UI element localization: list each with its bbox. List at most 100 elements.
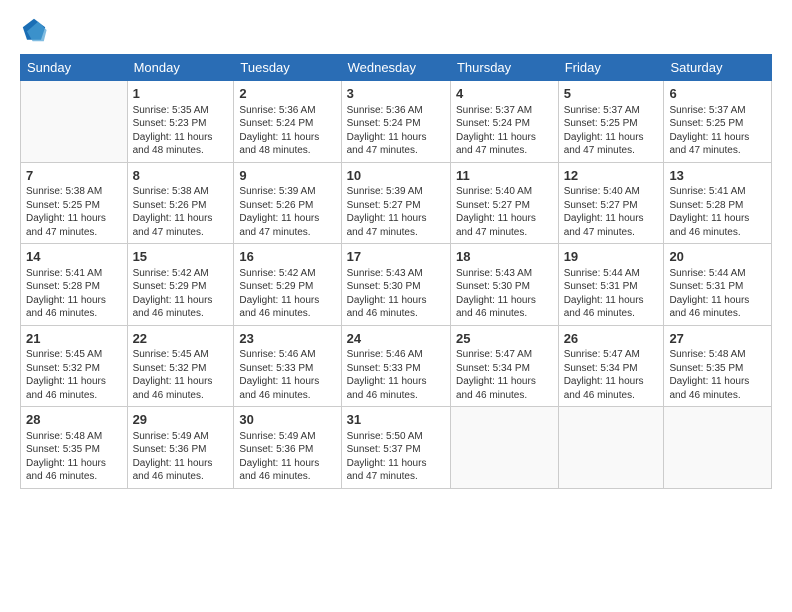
day-info: Sunrise: 5:35 AM Sunset: 5:23 PM Dayligh… [133, 104, 229, 158]
day-info: Sunrise: 5:46 AM Sunset: 5:33 PM Dayligh… [347, 348, 445, 402]
calendar-day-header: Friday [558, 55, 664, 81]
day-number: 31 [347, 411, 445, 429]
calendar-cell: 20Sunrise: 5:44 AM Sunset: 5:31 PM Dayli… [664, 244, 772, 326]
day-number: 30 [239, 411, 335, 429]
day-number: 23 [239, 330, 335, 348]
calendar-cell: 22Sunrise: 5:45 AM Sunset: 5:32 PM Dayli… [127, 325, 234, 407]
calendar-cell [450, 407, 558, 489]
calendar-day-header: Saturday [664, 55, 772, 81]
day-number: 19 [564, 248, 659, 266]
calendar-day-header: Monday [127, 55, 234, 81]
calendar-cell: 30Sunrise: 5:49 AM Sunset: 5:36 PM Dayli… [234, 407, 341, 489]
day-info: Sunrise: 5:38 AM Sunset: 5:25 PM Dayligh… [26, 185, 122, 239]
calendar-day-header: Thursday [450, 55, 558, 81]
calendar-cell: 19Sunrise: 5:44 AM Sunset: 5:31 PM Dayli… [558, 244, 664, 326]
day-number: 15 [133, 248, 229, 266]
day-info: Sunrise: 5:41 AM Sunset: 5:28 PM Dayligh… [26, 267, 122, 321]
calendar-cell: 14Sunrise: 5:41 AM Sunset: 5:28 PM Dayli… [21, 244, 128, 326]
calendar-cell: 23Sunrise: 5:46 AM Sunset: 5:33 PM Dayli… [234, 325, 341, 407]
day-number: 7 [26, 167, 122, 185]
day-info: Sunrise: 5:37 AM Sunset: 5:25 PM Dayligh… [669, 104, 766, 158]
calendar-cell: 2Sunrise: 5:36 AM Sunset: 5:24 PM Daylig… [234, 81, 341, 163]
page: SundayMondayTuesdayWednesdayThursdayFrid… [0, 0, 792, 499]
day-number: 10 [347, 167, 445, 185]
calendar-cell: 7Sunrise: 5:38 AM Sunset: 5:25 PM Daylig… [21, 162, 128, 244]
day-number: 11 [456, 167, 553, 185]
calendar-cell: 24Sunrise: 5:46 AM Sunset: 5:33 PM Dayli… [341, 325, 450, 407]
calendar-cell: 18Sunrise: 5:43 AM Sunset: 5:30 PM Dayli… [450, 244, 558, 326]
calendar-week-row: 21Sunrise: 5:45 AM Sunset: 5:32 PM Dayli… [21, 325, 772, 407]
day-info: Sunrise: 5:47 AM Sunset: 5:34 PM Dayligh… [564, 348, 659, 402]
day-number: 14 [26, 248, 122, 266]
day-info: Sunrise: 5:40 AM Sunset: 5:27 PM Dayligh… [456, 185, 553, 239]
day-number: 1 [133, 85, 229, 103]
calendar-cell: 8Sunrise: 5:38 AM Sunset: 5:26 PM Daylig… [127, 162, 234, 244]
day-info: Sunrise: 5:39 AM Sunset: 5:27 PM Dayligh… [347, 185, 445, 239]
calendar-cell: 11Sunrise: 5:40 AM Sunset: 5:27 PM Dayli… [450, 162, 558, 244]
calendar-cell: 17Sunrise: 5:43 AM Sunset: 5:30 PM Dayli… [341, 244, 450, 326]
day-info: Sunrise: 5:49 AM Sunset: 5:36 PM Dayligh… [239, 430, 335, 484]
calendar-cell: 31Sunrise: 5:50 AM Sunset: 5:37 PM Dayli… [341, 407, 450, 489]
day-info: Sunrise: 5:41 AM Sunset: 5:28 PM Dayligh… [669, 185, 766, 239]
day-info: Sunrise: 5:47 AM Sunset: 5:34 PM Dayligh… [456, 348, 553, 402]
day-number: 29 [133, 411, 229, 429]
day-info: Sunrise: 5:44 AM Sunset: 5:31 PM Dayligh… [564, 267, 659, 321]
calendar-cell [558, 407, 664, 489]
calendar-cell: 27Sunrise: 5:48 AM Sunset: 5:35 PM Dayli… [664, 325, 772, 407]
calendar-cell: 21Sunrise: 5:45 AM Sunset: 5:32 PM Dayli… [21, 325, 128, 407]
calendar-cell: 28Sunrise: 5:48 AM Sunset: 5:35 PM Dayli… [21, 407, 128, 489]
day-number: 20 [669, 248, 766, 266]
calendar-cell: 10Sunrise: 5:39 AM Sunset: 5:27 PM Dayli… [341, 162, 450, 244]
calendar-day-header: Tuesday [234, 55, 341, 81]
day-number: 21 [26, 330, 122, 348]
day-number: 26 [564, 330, 659, 348]
calendar-day-header: Wednesday [341, 55, 450, 81]
day-info: Sunrise: 5:40 AM Sunset: 5:27 PM Dayligh… [564, 185, 659, 239]
day-number: 18 [456, 248, 553, 266]
day-number: 9 [239, 167, 335, 185]
day-number: 22 [133, 330, 229, 348]
calendar-cell: 29Sunrise: 5:49 AM Sunset: 5:36 PM Dayli… [127, 407, 234, 489]
day-number: 17 [347, 248, 445, 266]
calendar-cell: 15Sunrise: 5:42 AM Sunset: 5:29 PM Dayli… [127, 244, 234, 326]
day-info: Sunrise: 5:36 AM Sunset: 5:24 PM Dayligh… [239, 104, 335, 158]
day-number: 16 [239, 248, 335, 266]
day-info: Sunrise: 5:43 AM Sunset: 5:30 PM Dayligh… [347, 267, 445, 321]
day-number: 6 [669, 85, 766, 103]
day-info: Sunrise: 5:45 AM Sunset: 5:32 PM Dayligh… [26, 348, 122, 402]
calendar-cell: 3Sunrise: 5:36 AM Sunset: 5:24 PM Daylig… [341, 81, 450, 163]
calendar-cell: 9Sunrise: 5:39 AM Sunset: 5:26 PM Daylig… [234, 162, 341, 244]
calendar-cell: 5Sunrise: 5:37 AM Sunset: 5:25 PM Daylig… [558, 81, 664, 163]
calendar-cell: 16Sunrise: 5:42 AM Sunset: 5:29 PM Dayli… [234, 244, 341, 326]
day-number: 12 [564, 167, 659, 185]
day-info: Sunrise: 5:49 AM Sunset: 5:36 PM Dayligh… [133, 430, 229, 484]
calendar-cell: 12Sunrise: 5:40 AM Sunset: 5:27 PM Dayli… [558, 162, 664, 244]
day-info: Sunrise: 5:42 AM Sunset: 5:29 PM Dayligh… [239, 267, 335, 321]
day-info: Sunrise: 5:42 AM Sunset: 5:29 PM Dayligh… [133, 267, 229, 321]
calendar-cell: 4Sunrise: 5:37 AM Sunset: 5:24 PM Daylig… [450, 81, 558, 163]
day-info: Sunrise: 5:36 AM Sunset: 5:24 PM Dayligh… [347, 104, 445, 158]
header [20, 16, 772, 44]
day-number: 4 [456, 85, 553, 103]
logo-area [20, 16, 52, 44]
calendar-cell: 26Sunrise: 5:47 AM Sunset: 5:34 PM Dayli… [558, 325, 664, 407]
day-number: 25 [456, 330, 553, 348]
day-info: Sunrise: 5:50 AM Sunset: 5:37 PM Dayligh… [347, 430, 445, 484]
day-info: Sunrise: 5:37 AM Sunset: 5:25 PM Dayligh… [564, 104, 659, 158]
day-info: Sunrise: 5:37 AM Sunset: 5:24 PM Dayligh… [456, 104, 553, 158]
calendar-cell [664, 407, 772, 489]
day-number: 27 [669, 330, 766, 348]
day-info: Sunrise: 5:45 AM Sunset: 5:32 PM Dayligh… [133, 348, 229, 402]
day-number: 8 [133, 167, 229, 185]
calendar-week-row: 14Sunrise: 5:41 AM Sunset: 5:28 PM Dayli… [21, 244, 772, 326]
day-info: Sunrise: 5:43 AM Sunset: 5:30 PM Dayligh… [456, 267, 553, 321]
calendar-cell: 1Sunrise: 5:35 AM Sunset: 5:23 PM Daylig… [127, 81, 234, 163]
calendar-day-header: Sunday [21, 55, 128, 81]
day-number: 2 [239, 85, 335, 103]
calendar-week-row: 1Sunrise: 5:35 AM Sunset: 5:23 PM Daylig… [21, 81, 772, 163]
calendar-week-row: 28Sunrise: 5:48 AM Sunset: 5:35 PM Dayli… [21, 407, 772, 489]
day-number: 3 [347, 85, 445, 103]
day-info: Sunrise: 5:48 AM Sunset: 5:35 PM Dayligh… [669, 348, 766, 402]
calendar-cell: 25Sunrise: 5:47 AM Sunset: 5:34 PM Dayli… [450, 325, 558, 407]
day-info: Sunrise: 5:44 AM Sunset: 5:31 PM Dayligh… [669, 267, 766, 321]
